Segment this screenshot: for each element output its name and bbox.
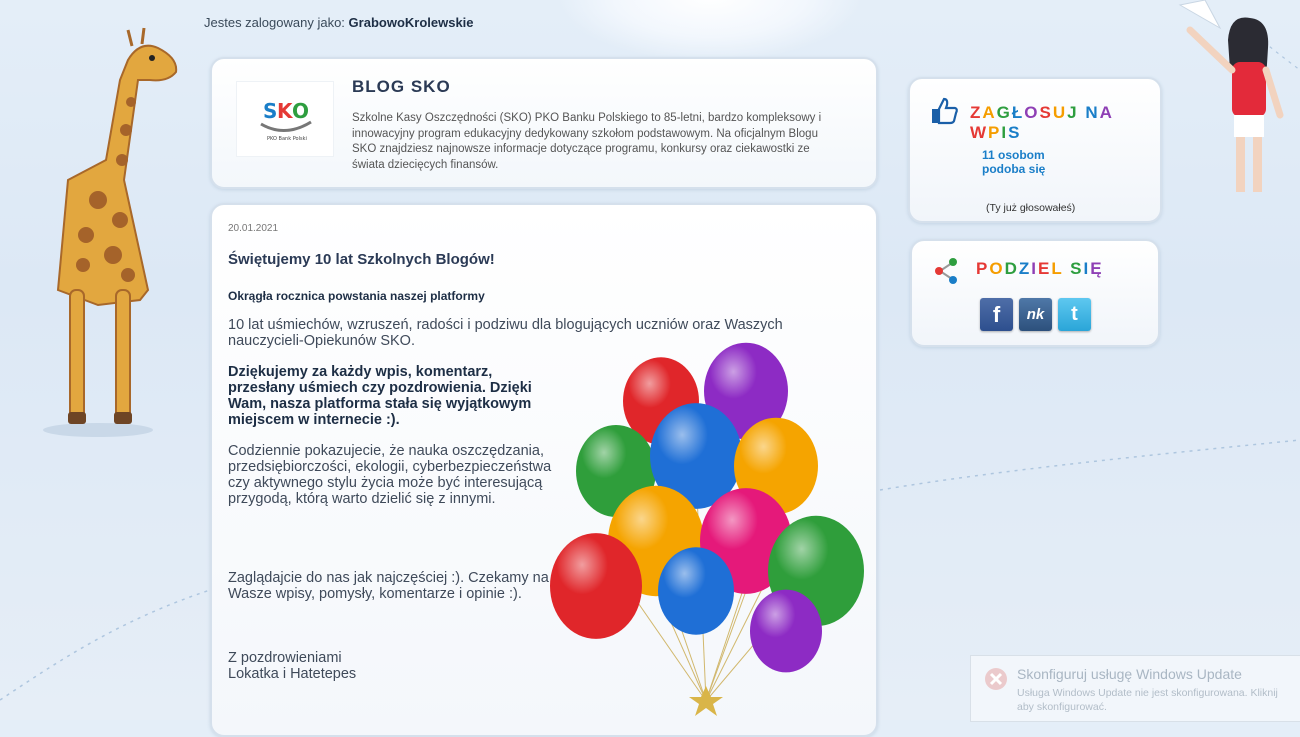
login-status: Jestes zalogowany jako: GrabowoKrolewski…: [204, 15, 474, 30]
sko-logo-icon: S K O PKO Bank Polski: [260, 99, 312, 142]
nk-share-button[interactable]: nk: [1019, 298, 1052, 331]
vote-panel: ZAGŁOSUJ NA WPIS 11 osobom podoba się (T…: [908, 77, 1162, 223]
share-title: PODZIEL SIĘ: [976, 259, 1104, 278]
nk-icon: nk: [1026, 306, 1045, 323]
notification-text-line2: aby skonfigurować.: [1017, 701, 1107, 713]
svg-text:O: O: [292, 99, 309, 123]
balloon-shine: [658, 547, 734, 635]
sko-logo[interactable]: S K O PKO Bank Polski: [236, 81, 334, 157]
girl-illustration: [1178, 0, 1284, 192]
vote-count: 11 osobom podoba się: [982, 148, 1045, 176]
warning-shield-icon: [985, 668, 1007, 690]
giraffe-illustration: [43, 27, 178, 437]
balloon-shine: [550, 533, 642, 639]
blog-title: BLOG SKO: [352, 77, 451, 96]
blog-info-panel: S K O PKO Bank Polski BLOG SKO Szkolne K…: [210, 57, 878, 189]
greeting-line: Z pozdrowieniami: [228, 650, 342, 666]
vote-count-number: 11 osobom: [982, 148, 1045, 162]
share-icon: [935, 258, 957, 284]
post-paragraph-2: Dziękujemy za każdy wpis, komentarz, prz…: [228, 364, 532, 428]
blog-description: Szkolne Kasy Oszczędności (SKO) PKO Bank…: [352, 112, 822, 171]
vote-count-label: podoba się: [982, 162, 1046, 176]
facebook-share-button[interactable]: f: [980, 298, 1013, 331]
login-prefix: Jestes zalogowany jako:: [204, 15, 345, 30]
balloons-image: [550, 342, 864, 716]
twitter-icon: t: [1071, 303, 1078, 325]
header-cloud: [560, 0, 860, 60]
post-paragraph-4: Zaglądajcie do nas jak najczęściej :). C…: [228, 570, 549, 602]
facebook-icon: f: [992, 301, 1001, 327]
username[interactable]: GrabowoKrolewskie: [349, 15, 474, 30]
share-panel: PODZIEL SIĘ f nk t: [910, 239, 1160, 347]
thumbs-up-icon[interactable]: [928, 95, 960, 127]
post-paragraph-3: Codziennie pokazujecie, że nauka oszczęd…: [228, 443, 552, 507]
post-title[interactable]: Świętujemy 10 lat Szkolnych Blogów!: [228, 251, 495, 268]
post-subtitle: Okrągła rocznica powstania naszej platfo…: [228, 289, 485, 303]
svg-text:S: S: [263, 99, 277, 123]
vote-title[interactable]: ZAGŁOSUJ NA WPIS: [970, 103, 1160, 143]
already-voted-note: (Ty już głosowałeś): [986, 202, 1076, 214]
windows-update-notification[interactable]: Skonfiguruj usługę Windows Update Usługa…: [970, 655, 1300, 722]
signature-line: Lokatka i Hatetepes: [228, 666, 357, 682]
svg-text:PKO Bank Polski: PKO Bank Polski: [267, 136, 307, 142]
twitter-share-button[interactable]: t: [1058, 298, 1091, 331]
notification-text: Usługa Windows Update nie jest skonfigur…: [1017, 686, 1300, 714]
notification-title: Skonfiguruj usługę Windows Update: [1017, 666, 1242, 682]
post-date: 20.01.2021: [228, 223, 279, 234]
post-greeting: Z pozdrowieniami Lokatka i Hatetepes: [228, 650, 428, 682]
post-panel: 20.01.2021 Świętujemy 10 lat Szkolnych B…: [210, 203, 878, 737]
notification-text-line1: Usługa Windows Update nie jest skonfigur…: [1017, 687, 1278, 699]
balloon-shine: [750, 589, 822, 673]
